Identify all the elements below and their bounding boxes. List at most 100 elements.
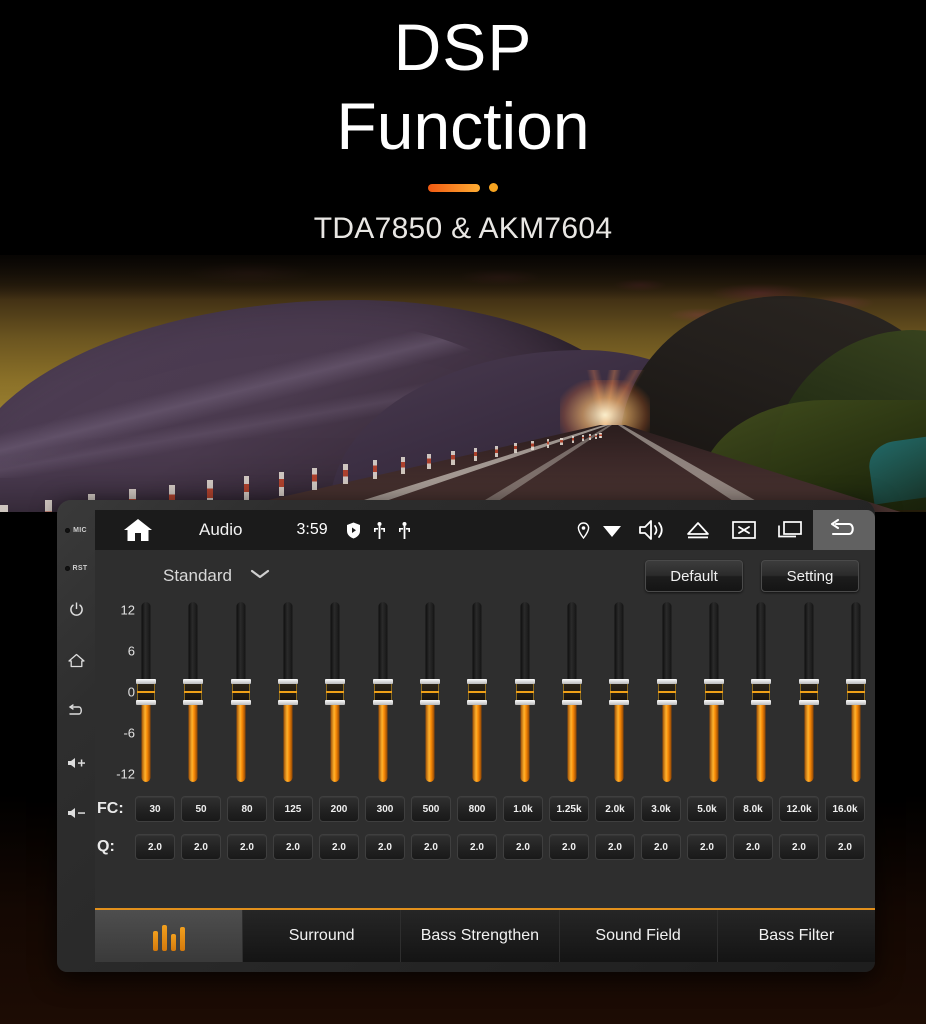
- q-cell[interactable]: 2.0: [641, 834, 681, 860]
- eq-slider[interactable]: [183, 602, 204, 782]
- fc-cell[interactable]: 200: [319, 796, 359, 822]
- slider-thumb[interactable]: [845, 679, 866, 705]
- eq-slider[interactable]: [609, 602, 630, 782]
- fc-cell[interactable]: 300: [365, 796, 405, 822]
- q-cell[interactable]: 2.0: [181, 834, 221, 860]
- thumb-cap-bottom: [183, 700, 204, 705]
- q-cell[interactable]: 2.0: [595, 834, 635, 860]
- home-icon[interactable]: [123, 517, 153, 543]
- fc-cell[interactable]: 12.0k: [779, 796, 819, 822]
- eq-slider[interactable]: [798, 602, 819, 782]
- preset-selector[interactable]: Standard: [163, 566, 270, 586]
- q-cell[interactable]: 2.0: [549, 834, 589, 860]
- slider-thumb[interactable]: [656, 679, 677, 705]
- recent-apps-icon[interactable]: [767, 519, 813, 541]
- eq-slider[interactable]: [703, 602, 724, 782]
- eq-slider[interactable]: [467, 602, 488, 782]
- close-icon[interactable]: [721, 519, 767, 541]
- eq-slider[interactable]: [751, 602, 772, 782]
- eq-slider[interactable]: [419, 602, 440, 782]
- eq-slider[interactable]: [514, 602, 535, 782]
- slider-thumb[interactable]: [798, 679, 819, 705]
- slider-fill: [472, 704, 482, 782]
- eject-icon[interactable]: [675, 519, 721, 541]
- eq-slider[interactable]: [325, 602, 346, 782]
- eq-slider[interactable]: [230, 602, 251, 782]
- q-cell[interactable]: 2.0: [319, 834, 359, 860]
- q-cell[interactable]: 2.0: [457, 834, 497, 860]
- location-pin-icon[interactable]: [571, 521, 595, 539]
- tab-bass-strengthen[interactable]: Bass Strengthen: [401, 910, 560, 962]
- volume-down-button[interactable]: [66, 806, 86, 820]
- q-cell[interactable]: 2.0: [825, 834, 865, 860]
- fc-cell[interactable]: 800: [457, 796, 497, 822]
- fc-cell[interactable]: 80: [227, 796, 267, 822]
- fc-cell[interactable]: 125: [273, 796, 313, 822]
- fc-cell[interactable]: 1.0k: [503, 796, 543, 822]
- slider-thumb[interactable]: [703, 679, 724, 705]
- back-arrow-icon[interactable]: [813, 510, 875, 550]
- guardrail-post: [581, 435, 584, 442]
- fc-cell[interactable]: 500: [411, 796, 451, 822]
- slider-thumb[interactable]: [419, 679, 440, 705]
- fc-cell[interactable]: 16.0k: [825, 796, 865, 822]
- back-button[interactable]: [67, 704, 85, 718]
- slider-thumb[interactable]: [325, 679, 346, 705]
- q-cell[interactable]: 2.0: [687, 834, 727, 860]
- q-cell[interactable]: 2.0: [365, 834, 405, 860]
- guardrail-post: [426, 453, 431, 470]
- fc-cell[interactable]: 3.0k: [641, 796, 681, 822]
- q-cell[interactable]: 2.0: [135, 834, 175, 860]
- eq-slider[interactable]: [277, 602, 298, 782]
- wifi-icon[interactable]: [595, 522, 629, 538]
- setting-button[interactable]: Setting: [761, 560, 859, 592]
- q-row-label: Q:: [97, 838, 115, 855]
- q-cell[interactable]: 2.0: [503, 834, 543, 860]
- volume-icon[interactable]: [629, 518, 675, 542]
- q-cell[interactable]: 2.0: [733, 834, 773, 860]
- eq-slider[interactable]: [656, 602, 677, 782]
- tab-equalizer[interactable]: [95, 910, 243, 962]
- home-button[interactable]: [67, 653, 85, 668]
- volume-up-button[interactable]: [66, 756, 86, 770]
- q-cell[interactable]: 2.0: [411, 834, 451, 860]
- thumb-indicator-line: [231, 691, 250, 693]
- eq-slider[interactable]: [845, 602, 866, 782]
- slider-thumb[interactable]: [514, 679, 535, 705]
- thumb-indicator-line: [562, 691, 581, 693]
- slider-thumb[interactable]: [183, 679, 204, 705]
- fc-cell[interactable]: 1.25k: [549, 796, 589, 822]
- eq-slider[interactable]: [561, 602, 582, 782]
- preset-toolbar: Standard Default Setting: [95, 550, 875, 602]
- slider-thumb[interactable]: [751, 679, 772, 705]
- tab-bass-filter[interactable]: Bass Filter: [717, 910, 875, 962]
- q-cell[interactable]: 2.0: [273, 834, 313, 860]
- slider-thumb[interactable]: [372, 679, 393, 705]
- thumb-cap-bottom: [751, 700, 772, 705]
- slider-thumb[interactable]: [230, 679, 251, 705]
- default-button[interactable]: Default: [645, 560, 743, 592]
- thumb-cap-bottom: [845, 700, 866, 705]
- eq-slider[interactable]: [372, 602, 393, 782]
- fc-cell[interactable]: 2.0k: [595, 796, 635, 822]
- power-button[interactable]: [69, 602, 84, 617]
- thumb-indicator-line: [704, 691, 723, 693]
- gain-tick-label: -6: [123, 725, 135, 741]
- slider-thumb[interactable]: [561, 679, 582, 705]
- guardrail-post: [595, 433, 598, 439]
- slider-thumb[interactable]: [609, 679, 630, 705]
- tab-sound-field[interactable]: Sound Field: [559, 910, 718, 962]
- fc-cell[interactable]: 8.0k: [733, 796, 773, 822]
- slider-thumb[interactable]: [467, 679, 488, 705]
- q-cell[interactable]: 2.0: [227, 834, 267, 860]
- slider-thumb[interactable]: [277, 679, 298, 705]
- eq-slider[interactable]: [136, 602, 156, 782]
- fc-cell[interactable]: 30: [135, 796, 175, 822]
- fc-cell[interactable]: 50: [181, 796, 221, 822]
- thumb-cap-bottom: [703, 700, 724, 705]
- tab-surround[interactable]: Surround: [243, 910, 402, 962]
- fc-cell[interactable]: 5.0k: [687, 796, 727, 822]
- q-cell[interactable]: 2.0: [779, 834, 819, 860]
- slider-thumb[interactable]: [136, 679, 156, 705]
- guardrail-post: [598, 433, 601, 439]
